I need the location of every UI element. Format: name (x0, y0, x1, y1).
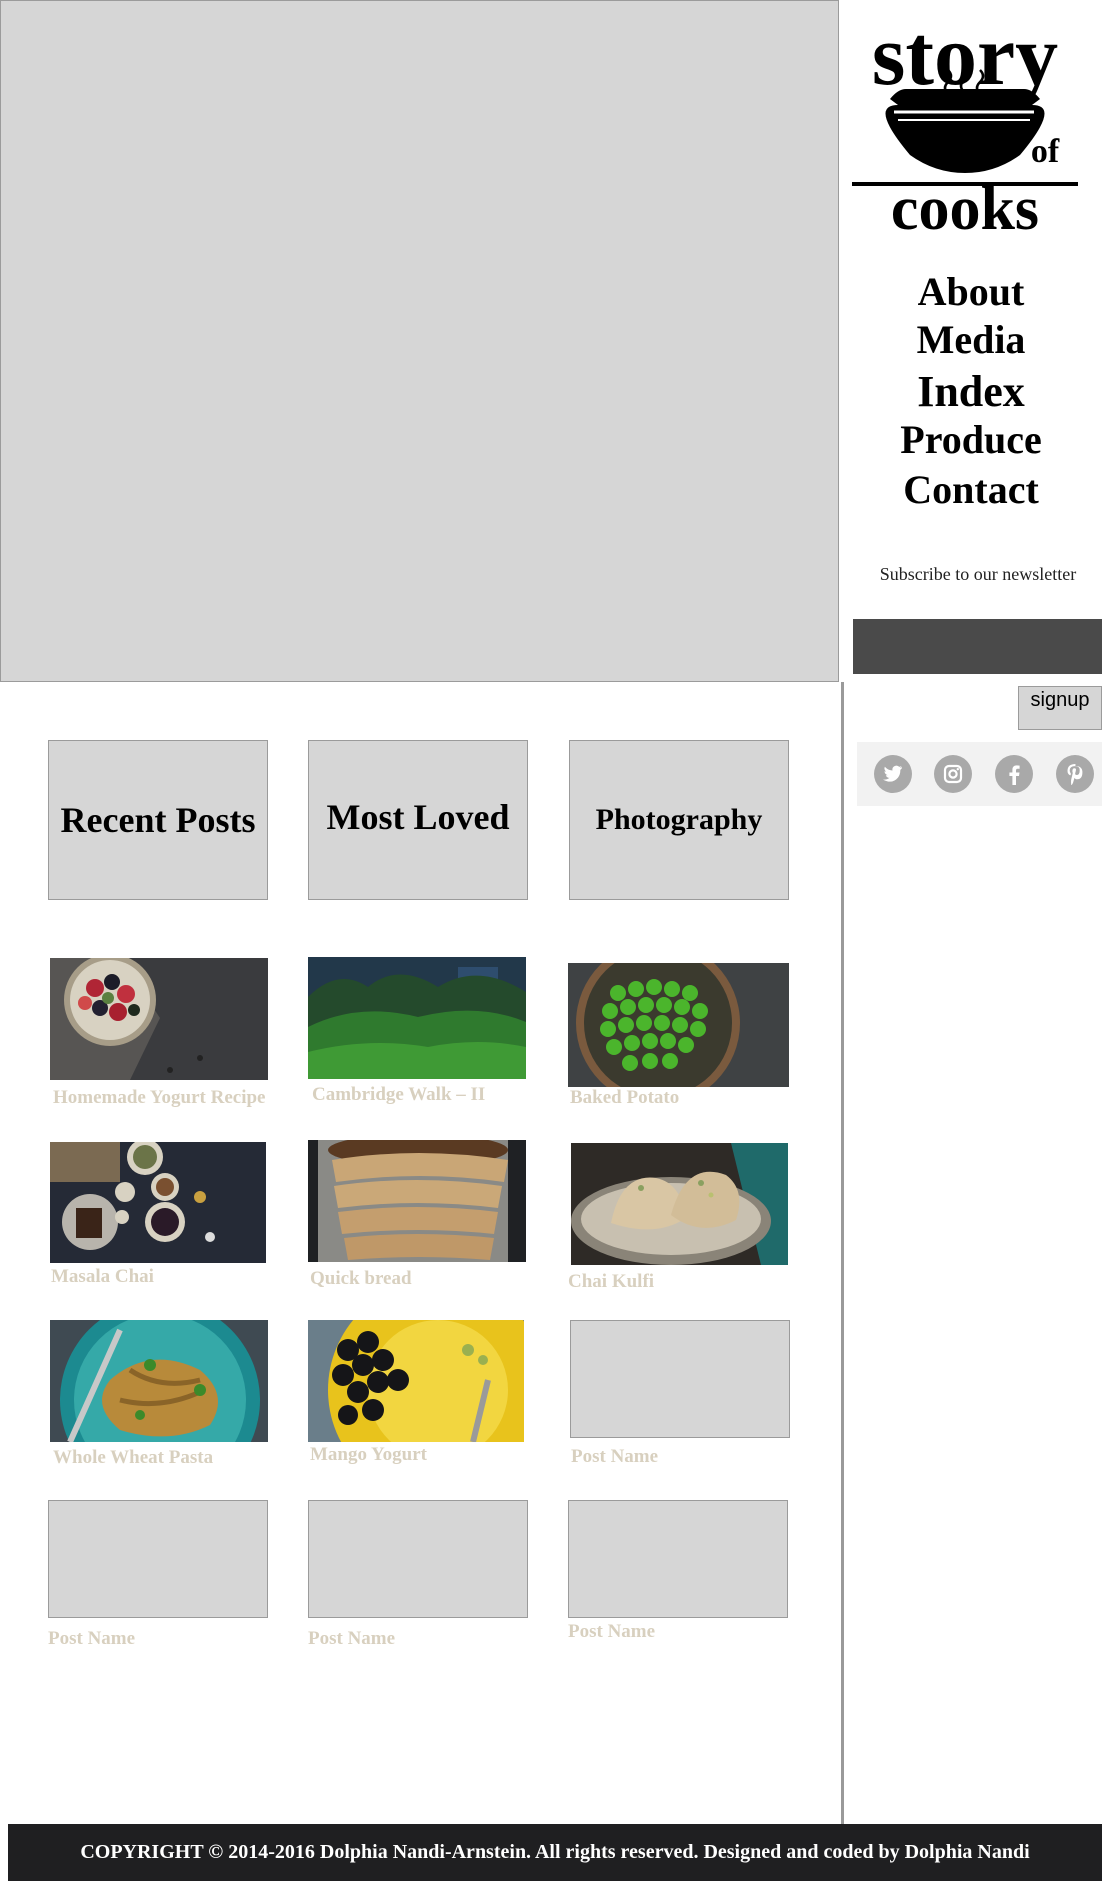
post-title[interactable]: Baked Potato (570, 1087, 679, 1109)
post-thumbnail[interactable] (308, 1140, 526, 1262)
post-thumbnail[interactable] (50, 1320, 268, 1442)
newsletter-email-input[interactable] (853, 619, 1102, 674)
instagram-icon[interactable] (934, 755, 972, 793)
tab-most-loved[interactable]: Most Loved (308, 740, 528, 900)
post-title[interactable]: Chai Kulfi (568, 1271, 654, 1293)
post-thumbnail[interactable] (308, 1320, 524, 1442)
facebook-icon[interactable] (995, 755, 1033, 793)
post-title[interactable]: Cambridge Walk – II (312, 1084, 485, 1106)
post-title[interactable]: Whole Wheat Pasta (53, 1447, 213, 1469)
post-title[interactable]: Quick bread (310, 1268, 412, 1290)
pinterest-icon[interactable] (1056, 755, 1094, 793)
twitter-icon[interactable] (874, 755, 912, 793)
svg-text:story: story (872, 7, 1058, 103)
site-logo[interactable]: story of cooks (850, 4, 1080, 244)
post-thumbnail[interactable] (50, 958, 268, 1080)
post-title[interactable]: Post Name (308, 1628, 395, 1650)
nav-about[interactable]: About (860, 272, 1082, 320)
post-title[interactable]: Post Name (48, 1628, 135, 1650)
post-thumbnail[interactable] (568, 1500, 788, 1618)
newsletter-heading: Subscribe to our newsletter (879, 564, 1077, 584)
tab-recent-posts[interactable]: Recent Posts (48, 740, 268, 900)
post-thumbnail[interactable] (568, 963, 789, 1087)
tab-photography[interactable]: Photography (569, 740, 789, 900)
post-thumbnail[interactable] (308, 1500, 528, 1618)
post-title[interactable]: Mango Yogurt (310, 1444, 427, 1466)
nav-produce[interactable]: Produce (860, 420, 1082, 470)
post-thumbnail[interactable] (308, 957, 526, 1079)
post-thumbnail[interactable] (570, 1320, 790, 1438)
post-title[interactable]: Post Name (571, 1446, 658, 1468)
site-footer: COPYRIGHT © 2014-2016 Dolphia Nandi-Arns… (8, 1824, 1102, 1881)
post-title[interactable]: Post Name (568, 1621, 655, 1643)
content-divider (841, 682, 844, 1824)
post-title[interactable]: Homemade Yogurt Recipe (53, 1087, 265, 1109)
svg-text:cooks: cooks (891, 175, 1039, 243)
nav-index[interactable]: Index (860, 370, 1082, 420)
post-title[interactable]: Masala Chai (51, 1266, 154, 1288)
post-thumbnail[interactable] (571, 1143, 788, 1265)
signup-button[interactable]: signup (1018, 686, 1102, 730)
post-thumbnail[interactable] (50, 1142, 266, 1263)
post-thumbnail[interactable] (48, 1500, 268, 1618)
main-nav: About Media Index Produce Contact (860, 272, 1082, 518)
svg-text:of: of (1031, 133, 1060, 170)
copyright-text: COPYRIGHT © 2014-2016 Dolphia Nandi-Arns… (80, 1841, 1030, 1863)
nav-contact[interactable]: Contact (860, 470, 1082, 518)
nav-media[interactable]: Media (860, 320, 1082, 370)
social-bar (857, 742, 1102, 806)
hero-banner (0, 0, 839, 682)
